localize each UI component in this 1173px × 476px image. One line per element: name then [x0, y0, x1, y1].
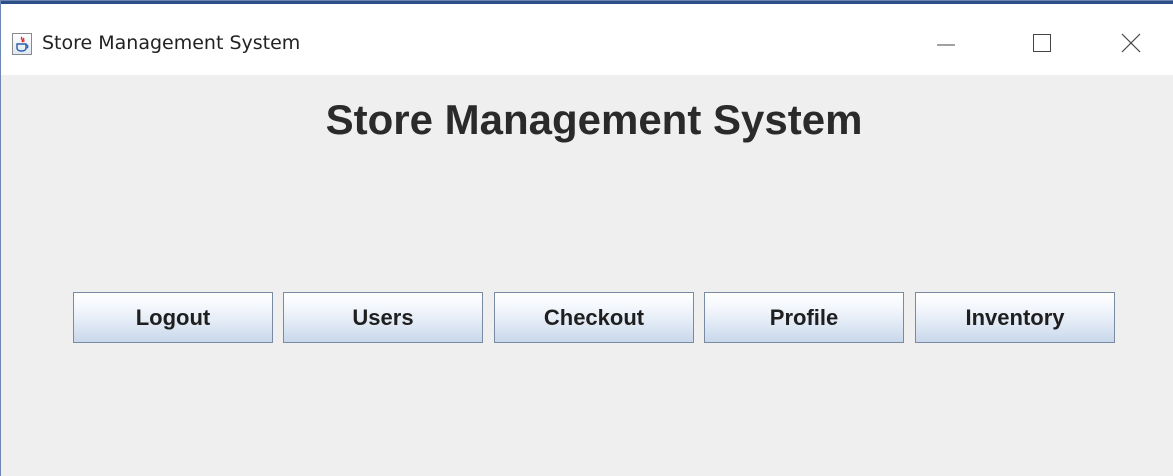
- users-button[interactable]: Users: [283, 292, 483, 343]
- java-icon[interactable]: [12, 33, 32, 55]
- minimize-icon: [937, 44, 955, 46]
- button-row: Logout Users Checkout Profile Inventory: [73, 292, 1115, 343]
- checkout-button[interactable]: Checkout: [494, 292, 694, 343]
- logout-button[interactable]: Logout: [73, 292, 273, 343]
- profile-button[interactable]: Profile: [704, 292, 904, 343]
- window-title: Store Management System: [42, 32, 301, 54]
- close-icon: [1121, 33, 1141, 53]
- maximize-button[interactable]: [1012, 20, 1072, 66]
- title-bar[interactable]: Store Management System: [1, 4, 1173, 75]
- inventory-button[interactable]: Inventory: [915, 292, 1115, 343]
- close-button[interactable]: [1101, 20, 1161, 66]
- minimize-button[interactable]: [916, 20, 976, 66]
- content-panel: Store Management System Logout Users Che…: [1, 75, 1173, 476]
- app-window: Store Management System Store Management…: [0, 0, 1173, 476]
- maximize-icon: [1033, 34, 1051, 52]
- page-title: Store Management System: [325, 96, 863, 143]
